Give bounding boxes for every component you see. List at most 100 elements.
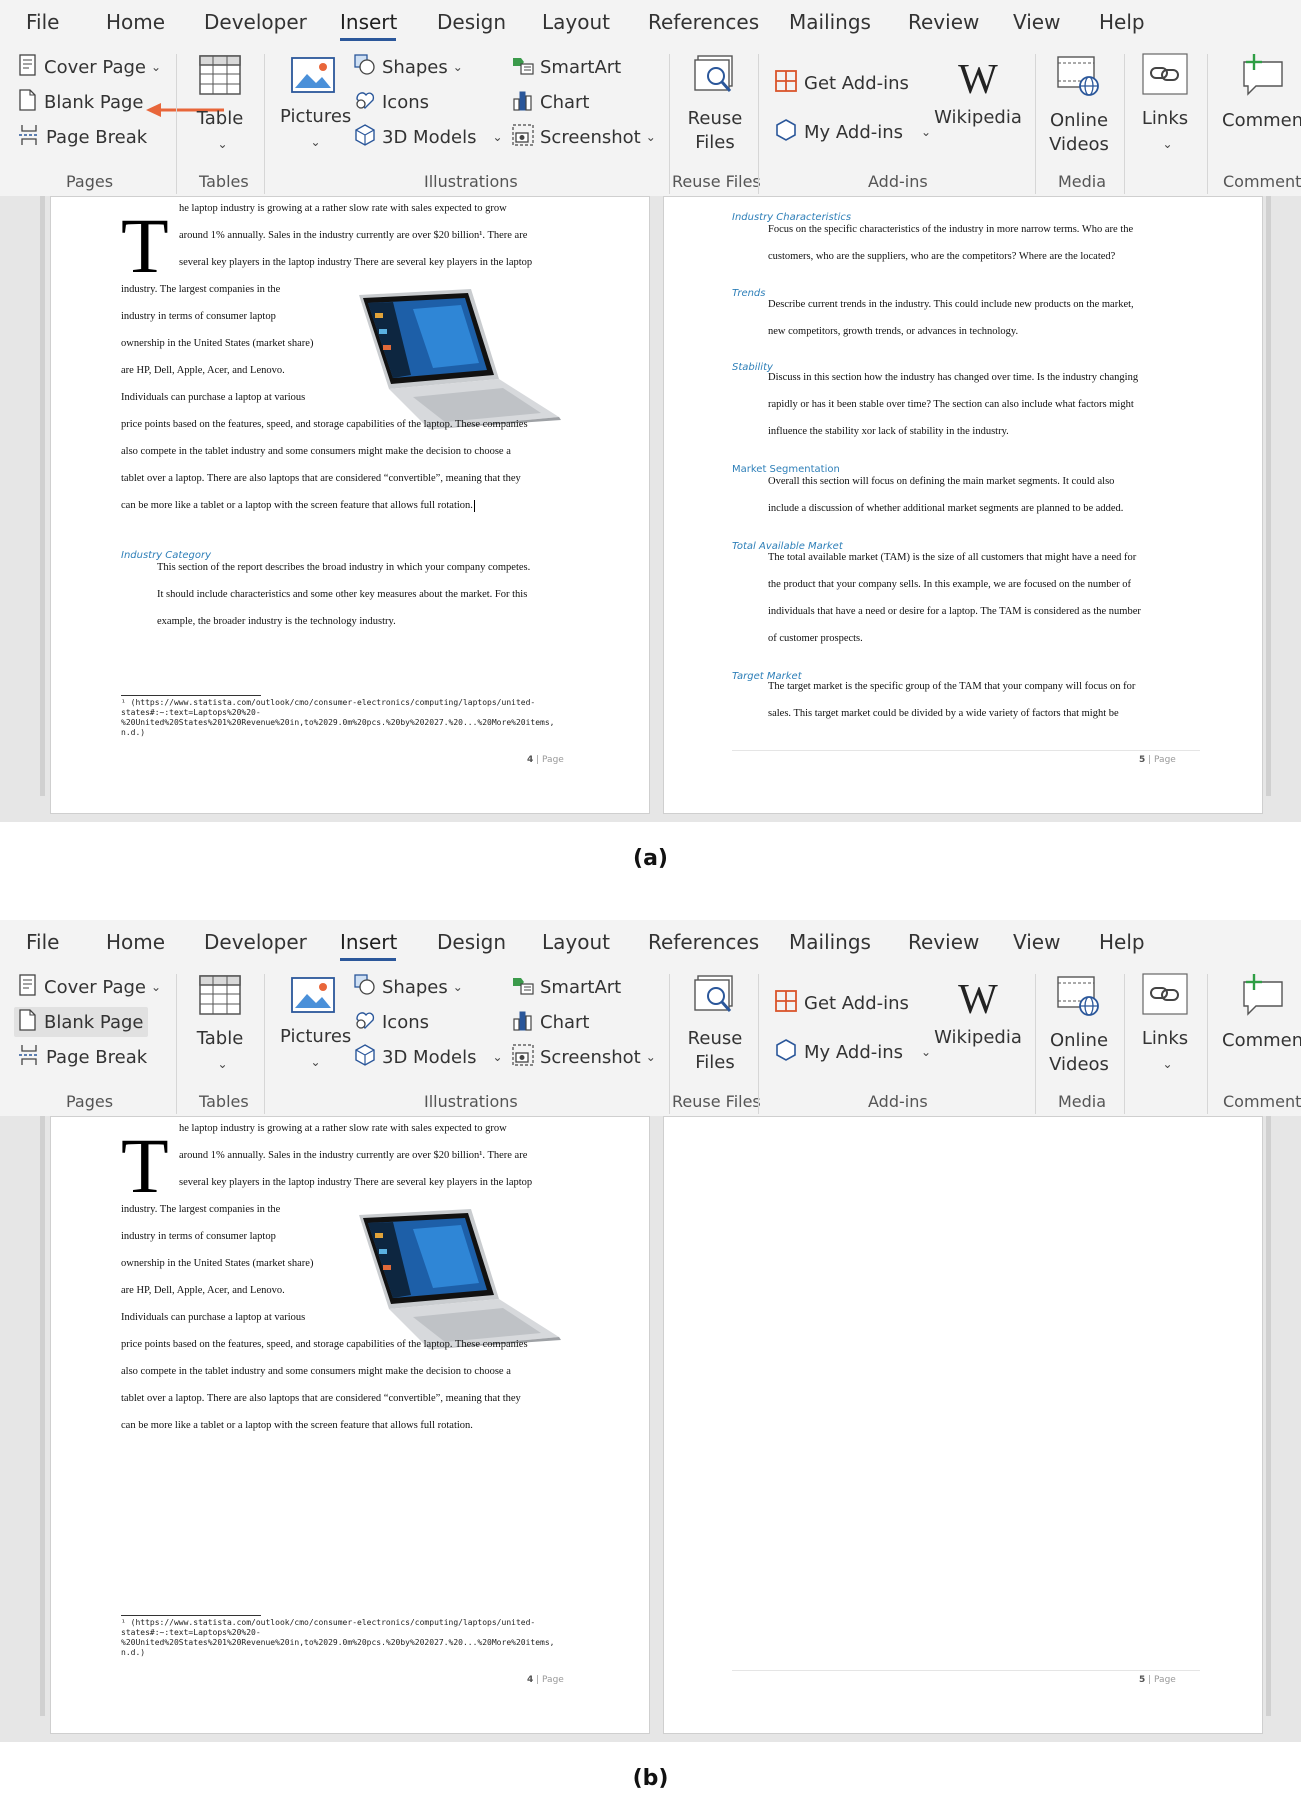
smartart-button[interactable]: SmartArt: [512, 52, 621, 82]
active-tab-underline: [340, 958, 396, 961]
laptop-image[interactable]: [353, 289, 565, 429]
tab-review[interactable]: Review: [908, 10, 979, 34]
online-videos-line1: Online: [1049, 110, 1109, 131]
screenshot-button[interactable]: Screenshot ⌄: [512, 122, 656, 152]
icons-button[interactable]: Icons: [354, 87, 429, 117]
my-addins-button[interactable]: My Add-ins ⌄: [774, 117, 931, 147]
3d-models-button[interactable]: 3D Models ⌄: [354, 1042, 503, 1072]
tab-design[interactable]: Design: [437, 10, 506, 34]
tab-references[interactable]: References: [648, 930, 759, 954]
shapes-button[interactable]: Shapes ⌄: [354, 972, 463, 1002]
cover-page-button[interactable]: Cover Page ⌄: [18, 972, 161, 1002]
page-5[interactable]: Industry Characteristics Focus on the sp…: [663, 196, 1263, 814]
tab-insert[interactable]: Insert: [340, 10, 397, 34]
tab-mailings[interactable]: Mailings: [789, 930, 871, 954]
tab-view[interactable]: View: [1013, 10, 1060, 34]
links-button[interactable]: Links ⌄: [1136, 972, 1194, 1076]
shapes-label: Shapes: [382, 976, 448, 998]
tab-home[interactable]: Home: [106, 930, 165, 954]
online-videos-button[interactable]: Online Videos: [1044, 974, 1114, 1077]
blank-page-button[interactable]: Blank Page: [14, 1007, 148, 1037]
table-icon: [190, 974, 250, 1023]
page-break-label: Page Break: [46, 126, 148, 148]
comment-button[interactable]: Commen: [1222, 52, 1301, 133]
tab-file[interactable]: File: [26, 10, 59, 34]
group-label-illustrations: Illustrations: [424, 172, 518, 191]
tab-review[interactable]: Review: [908, 930, 979, 954]
tab-home[interactable]: Home: [106, 10, 165, 34]
smartart-button[interactable]: SmartArt: [512, 972, 621, 1002]
reuse-files-button[interactable]: Reuse Files: [680, 54, 750, 155]
tab-mailings[interactable]: Mailings: [789, 10, 871, 34]
tab-insert[interactable]: Insert: [340, 930, 397, 954]
wrap-line: ownership in the United States (market s…: [121, 1258, 314, 1269]
chevron-down-icon: ⌄: [151, 980, 162, 994]
table-button[interactable]: Table ⌄: [190, 974, 250, 1076]
online-videos-button[interactable]: Online Videos: [1044, 54, 1114, 157]
table-button[interactable]: Table ⌄: [190, 54, 250, 156]
tab-developer[interactable]: Developer: [204, 10, 307, 34]
online-videos-line2: Videos: [1049, 134, 1109, 155]
get-addins-button[interactable]: Get Add-ins: [774, 988, 909, 1018]
chart-button[interactable]: Chart: [512, 1007, 589, 1037]
footnote-separator: [121, 695, 261, 696]
comment-button[interactable]: Commen: [1222, 972, 1301, 1053]
reuse-files-button[interactable]: Reuse Files: [680, 974, 750, 1075]
tab-help[interactable]: Help: [1099, 930, 1145, 954]
footnote-line: states#:~:text=Laptops%20%20-: [121, 1628, 261, 1637]
section-line: It should include characteristics and so…: [157, 589, 528, 600]
comment-icon: [1240, 52, 1301, 105]
ribbon-body: Cover Page ⌄ Blank Page Page Break Pages …: [0, 968, 1301, 1116]
section-line: sales. This target market could be divid…: [768, 708, 1119, 719]
wikipedia-button[interactable]: W Wikipedia: [934, 58, 1022, 130]
group-label-reuse-files: Reuse Files: [672, 172, 761, 191]
tab-file[interactable]: File: [26, 930, 59, 954]
icons-button[interactable]: Icons: [354, 1007, 429, 1037]
document-canvas[interactable]: T he laptop industry is growing at a rat…: [0, 1116, 1301, 1742]
3d-models-button[interactable]: 3D Models ⌄: [354, 122, 503, 152]
document-canvas[interactable]: T he laptop industry is growing at a rat…: [0, 196, 1301, 822]
cover-page-button[interactable]: Cover Page ⌄: [18, 52, 161, 82]
wikipedia-button[interactable]: W Wikipedia: [934, 978, 1022, 1050]
chart-button[interactable]: Chart: [512, 87, 589, 117]
page-4[interactable]: T he laptop industry is growing at a rat…: [50, 1116, 650, 1734]
smartart-label: SmartArt: [540, 56, 622, 78]
tab-references[interactable]: References: [648, 10, 759, 34]
chevron-down-icon: ⌄: [1162, 137, 1173, 151]
page-4[interactable]: T he laptop industry is growing at a rat…: [50, 196, 650, 814]
page-break-button[interactable]: Page Break: [18, 1042, 147, 1072]
body-line: also compete in the tablet industry and …: [121, 446, 511, 457]
section-line: example, the broader industry is the tec…: [157, 616, 396, 627]
my-addins-button[interactable]: My Add-ins ⌄: [774, 1037, 931, 1067]
group-label-illustrations: Illustrations: [424, 1092, 518, 1111]
wrap-line: are HP, Dell, Apple, Acer, and Lenovo.: [121, 1285, 285, 1296]
page-5-blank[interactable]: 5 | Page: [663, 1116, 1263, 1734]
chevron-down-icon: ⌄: [452, 980, 463, 994]
blank-page-button[interactable]: Blank Page: [18, 87, 144, 117]
tab-layout[interactable]: Layout: [542, 930, 610, 954]
tab-developer[interactable]: Developer: [204, 930, 307, 954]
pictures-label: Pictures: [280, 106, 352, 127]
screenshot-button[interactable]: Screenshot ⌄: [512, 1042, 656, 1072]
tab-layout[interactable]: Layout: [542, 10, 610, 34]
shapes-button[interactable]: Shapes ⌄: [354, 52, 463, 82]
laptop-image[interactable]: [353, 1209, 565, 1349]
bar-chart-icon: [512, 89, 534, 116]
footnote-line: states#:~:text=Laptops%20%20-: [121, 708, 261, 717]
tab-view[interactable]: View: [1013, 930, 1060, 954]
links-button[interactable]: Links ⌄: [1136, 52, 1194, 156]
intro-line: he laptop industry is growing at a rathe…: [179, 1123, 507, 1134]
page-break-button[interactable]: Page Break: [18, 122, 147, 152]
tab-help[interactable]: Help: [1099, 10, 1145, 34]
body-line: tablet over a laptop. There are also lap…: [121, 473, 521, 484]
get-addins-button[interactable]: Get Add-ins: [774, 68, 909, 98]
section-line: rapidly or has it been stable over time?…: [768, 399, 1134, 410]
pictures-button[interactable]: Pictures ⌄: [280, 976, 351, 1074]
pictures-button[interactable]: Pictures ⌄: [280, 56, 351, 154]
tab-design[interactable]: Design: [437, 930, 506, 954]
reuse-label-line2: Files: [695, 1052, 735, 1073]
footnote-line: ¹ (https://www.statista.com/outlook/cmo/…: [121, 698, 536, 707]
footnote-line: n.d.): [121, 1648, 146, 1657]
page-word: Page: [542, 755, 564, 765]
comment-label: Commen: [1222, 110, 1301, 131]
